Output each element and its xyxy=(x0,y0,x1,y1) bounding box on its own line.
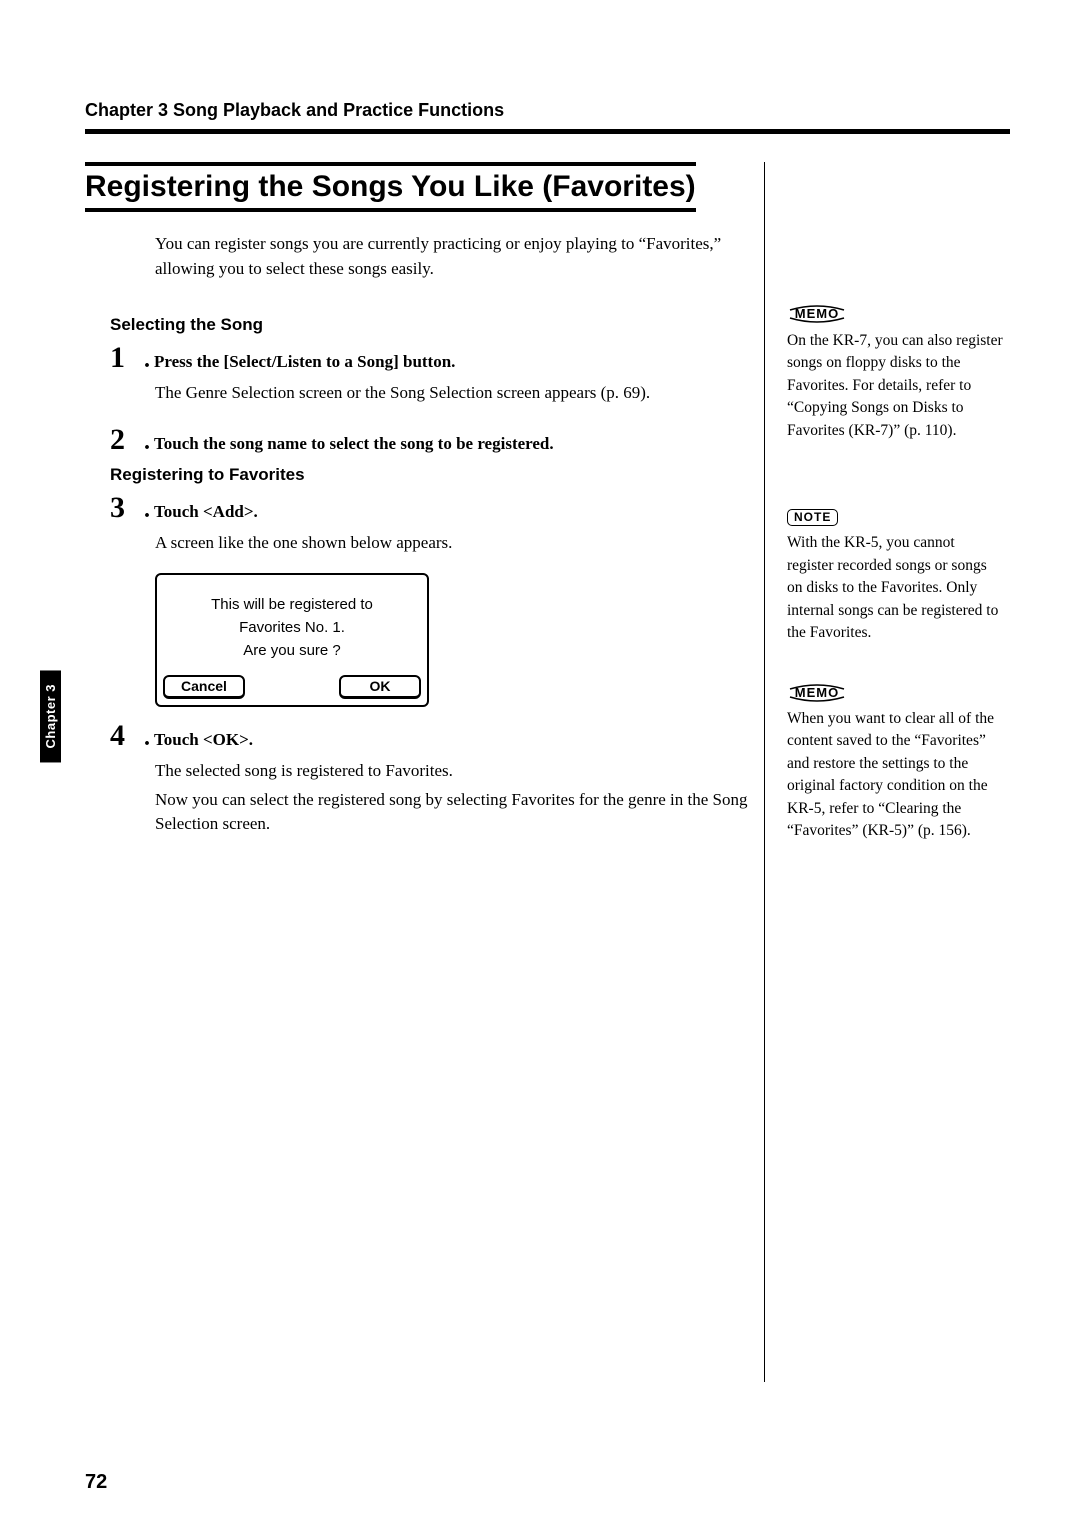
note-text: With the KR-5, you cannot register recor… xyxy=(787,532,1005,644)
subheading-registering: Registering to Favorites xyxy=(110,465,750,485)
step-body: The selected song is registered to Favor… xyxy=(155,759,750,783)
step-dot: . xyxy=(144,347,150,373)
step-dot: . xyxy=(144,725,150,751)
step-number: 4 xyxy=(110,719,144,753)
header-rule xyxy=(85,129,1010,134)
step-3: 3. Touch <Add>. xyxy=(110,491,750,525)
step-title: Touch <OK>. xyxy=(154,730,253,749)
step-body: Now you can select the registered song b… xyxy=(155,788,750,836)
step-title: Touch <Add>. xyxy=(154,502,258,521)
step-title: Press the [Select/Listen to a Song] butt… xyxy=(154,352,455,371)
confirmation-dialog: This will be registered to Favorites No.… xyxy=(155,573,429,707)
subheading-selecting-song: Selecting the Song xyxy=(110,315,750,335)
cancel-button[interactable]: Cancel xyxy=(163,675,245,699)
step-2: 2. Touch the song name to select the son… xyxy=(110,423,750,457)
step-4: 4. Touch <OK>. xyxy=(110,719,750,753)
ok-button[interactable]: OK xyxy=(339,675,421,699)
step-dot: . xyxy=(144,497,150,523)
memo-icon: MEMO xyxy=(787,681,1005,708)
svg-text:MEMO: MEMO xyxy=(795,306,839,321)
intro-paragraph: You can register songs you are currently… xyxy=(155,232,750,281)
chapter-header: Chapter 3 Song Playback and Practice Fun… xyxy=(85,100,1010,121)
page-number: 72 xyxy=(85,1471,107,1494)
step-body: The Genre Selection screen or the Song S… xyxy=(155,381,750,405)
dialog-line: This will be registered to xyxy=(167,593,417,616)
side-column: MEMO On the KR-7, you can also register … xyxy=(765,162,1005,1382)
step-number: 2 xyxy=(110,423,144,457)
step-number: 1 xyxy=(110,341,144,375)
step-title: Touch the song name to select the song t… xyxy=(154,434,554,453)
step-1: 1. Press the [Select/Listen to a Song] b… xyxy=(110,341,750,375)
memo-text: On the KR-7, you can also register songs… xyxy=(787,330,1005,442)
dialog-line: Are you sure ? xyxy=(167,639,417,662)
note-icon: NOTE xyxy=(787,509,838,526)
step-body: A screen like the one shown below appear… xyxy=(155,531,750,555)
main-column: Registering the Songs You Like (Favorite… xyxy=(85,162,765,1382)
chapter-tab: Chapter 3 xyxy=(40,670,61,762)
page-title: Registering the Songs You Like (Favorite… xyxy=(85,162,696,212)
dialog-line: Favorites No. 1. xyxy=(167,616,417,639)
svg-text:MEMO: MEMO xyxy=(795,685,839,700)
memo-text: When you want to clear all of the conten… xyxy=(787,708,1005,843)
memo-icon: MEMO xyxy=(787,302,1005,324)
step-dot: . xyxy=(144,429,150,455)
step-number: 3 xyxy=(110,491,144,525)
